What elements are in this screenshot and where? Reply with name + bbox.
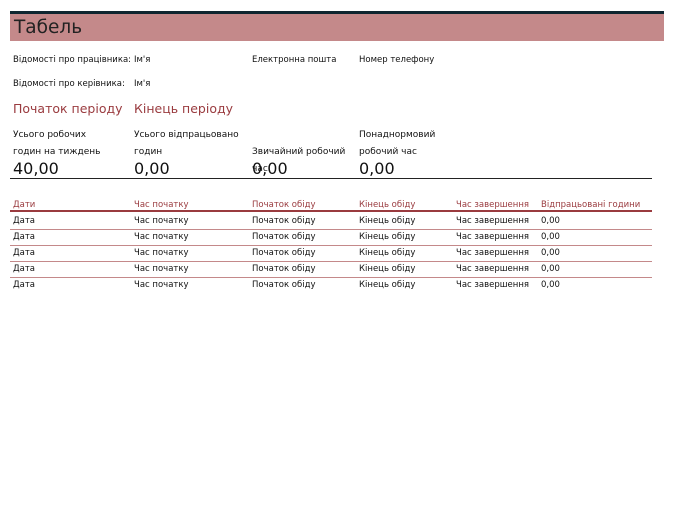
cell-end-time[interactable]: Час завершення	[456, 232, 529, 242]
table-row: Дата Час початку Початок обіду Кінець об…	[10, 245, 652, 261]
cell-hours-worked: 0,00	[541, 232, 560, 242]
total-hours-label: Усього робочих годин на тиждень	[13, 130, 101, 157]
cell-lunch-start[interactable]: Початок обіду	[252, 248, 316, 258]
header-end-time: Час завершення	[456, 200, 530, 210]
cell-hours-worked: 0,00	[541, 248, 560, 258]
cell-date[interactable]: Дата	[13, 264, 35, 274]
cell-lunch-start[interactable]: Початок обіду	[252, 280, 316, 290]
header-lunch-start: Початок обіду	[252, 200, 316, 210]
cell-date[interactable]: Дата	[13, 232, 35, 242]
regular-hours-value: 0,00	[252, 159, 288, 178]
cell-lunch-end[interactable]: Кінець обіду	[359, 232, 415, 242]
employee-name-field[interactable]: Ім'я	[134, 55, 150, 65]
table-header-divider	[10, 210, 652, 212]
period-start-field[interactable]: Початок періоду	[13, 101, 123, 116]
cell-end-time[interactable]: Час завершення	[456, 264, 529, 274]
cell-date[interactable]: Дата	[13, 248, 35, 258]
header-dates: Дати	[13, 200, 36, 210]
cell-start-time[interactable]: Час початку	[134, 216, 189, 226]
overtime-hours-label: Понаднормовий робочий час	[359, 130, 436, 157]
cell-lunch-start[interactable]: Початок обіду	[252, 232, 316, 242]
table-row: Дата Час початку Початок обіду Кінець об…	[10, 229, 652, 245]
worked-hours-value: 0,00	[134, 159, 170, 178]
header-start-time: Час початку	[134, 200, 189, 210]
cell-lunch-start[interactable]: Початок обіду	[252, 216, 316, 226]
cell-start-time[interactable]: Час початку	[134, 264, 189, 274]
cell-end-time[interactable]: Час завершення	[456, 280, 529, 290]
employee-email-field[interactable]: Електронна пошта	[252, 55, 336, 65]
employee-info-label: Відомості про працівника:	[13, 55, 132, 65]
total-hours-value[interactable]: 40,00	[13, 159, 59, 178]
page-title: Табель	[14, 17, 83, 38]
cell-lunch-end[interactable]: Кінець обіду	[359, 248, 415, 258]
title-bar: Табель	[10, 11, 664, 41]
period-end-field[interactable]: Кінець періоду	[134, 101, 233, 116]
cell-lunch-end[interactable]: Кінець обіду	[359, 280, 415, 290]
manager-info-label: Відомості про керівника:	[13, 79, 125, 89]
cell-hours-worked: 0,00	[541, 280, 560, 290]
cell-start-time[interactable]: Час початку	[134, 232, 189, 242]
cell-date[interactable]: Дата	[13, 216, 35, 226]
table-row: Дата Час початку Початок обіду Кінець об…	[10, 277, 652, 293]
cell-start-time[interactable]: Час початку	[134, 280, 189, 290]
cell-hours-worked: 0,00	[541, 264, 560, 274]
cell-start-time[interactable]: Час початку	[134, 248, 189, 258]
table-row: Дата Час початку Початок обіду Кінець об…	[10, 213, 652, 229]
manager-name-field[interactable]: Ім'я	[134, 79, 150, 89]
cell-lunch-end[interactable]: Кінець обіду	[359, 216, 415, 226]
cell-lunch-end[interactable]: Кінець обіду	[359, 264, 415, 274]
cell-hours-worked: 0,00	[541, 216, 560, 226]
cell-end-time[interactable]: Час завершення	[456, 216, 529, 226]
cell-lunch-start[interactable]: Початок обіду	[252, 264, 316, 274]
worked-hours-label: Усього відпрацьовано годин	[134, 130, 239, 157]
summary-divider	[10, 178, 652, 179]
header-lunch-end: Кінець обіду	[359, 200, 416, 210]
header-hours-worked: Відпрацьовані години	[541, 200, 641, 210]
table-row: Дата Час початку Початок обіду Кінець об…	[10, 261, 652, 277]
cell-end-time[interactable]: Час завершення	[456, 248, 529, 258]
cell-date[interactable]: Дата	[13, 280, 35, 290]
employee-phone-field[interactable]: Номер телефону	[359, 55, 434, 65]
overtime-hours-value: 0,00	[359, 159, 395, 178]
